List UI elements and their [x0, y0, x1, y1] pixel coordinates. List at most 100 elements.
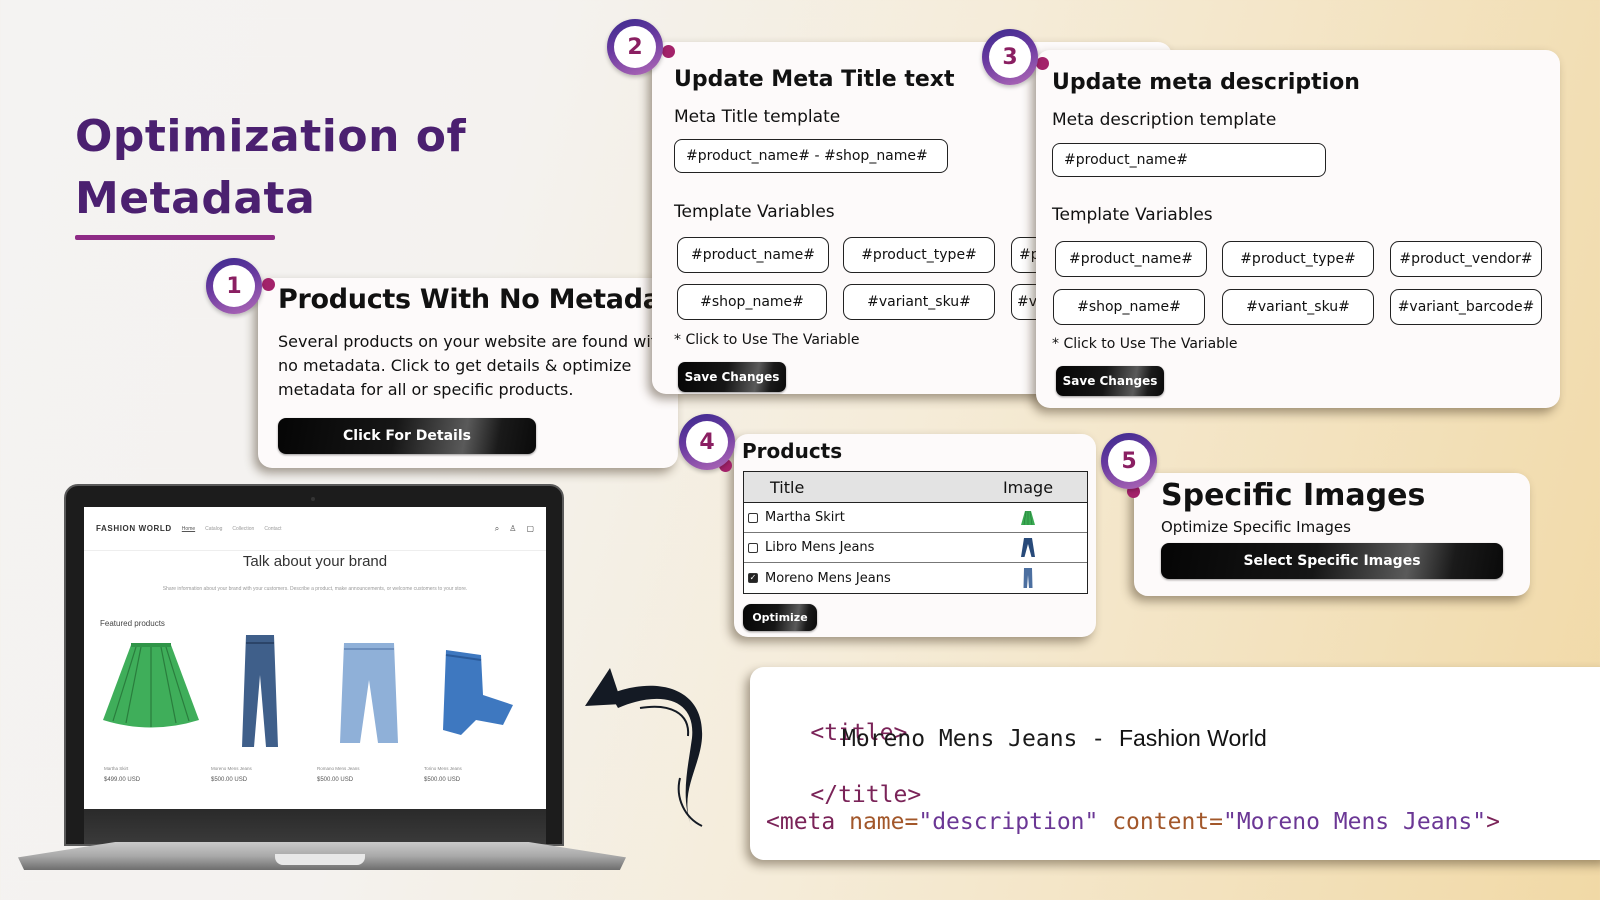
row-checkbox-checked[interactable]: ✓	[748, 573, 758, 583]
code-meta-description: <meta name="description" content="Moreno…	[766, 809, 1500, 835]
store-product-name: Romano Mens Jeans	[317, 766, 360, 771]
dark-jeans-image	[242, 635, 278, 747]
step-badge-4: 4	[679, 414, 735, 470]
variable-chip-product-type[interactable]: #product_type#	[843, 237, 995, 273]
store-product-card[interactable]: Torino Mens Jeans $500.00 USD	[416, 635, 526, 805]
meta-title-save-button[interactable]: Save Changes	[678, 362, 786, 392]
meta-description-variables-label: Template Variables	[1052, 205, 1213, 225]
table-row[interactable]: Martha Skirt	[744, 503, 1087, 533]
code-title-shop: Fashion World	[1118, 725, 1267, 751]
meta-description-save-button[interactable]: Save Changes	[1056, 366, 1164, 396]
store-product-price: $499.00 USD	[104, 777, 141, 783]
store-product-price: $500.00 USD	[317, 777, 354, 783]
table-row[interactable]: ✓ Moreno Mens Jeans	[744, 563, 1087, 593]
step-badge-1: 1	[206, 258, 262, 314]
step-badge-3: 3	[982, 29, 1038, 85]
meta-description-template-label: Meta description template	[1052, 110, 1277, 130]
green-skirt-image	[103, 643, 199, 728]
account-icon[interactable]: ♙	[509, 524, 516, 534]
store-nav-catalog[interactable]: Catalog	[205, 526, 222, 532]
store-navbar: FASHION WORLD Home Catalog Collection Co…	[84, 507, 546, 551]
variable-chip-product-name[interactable]: #product_name#	[1055, 241, 1207, 277]
column-header-title[interactable]: Title	[744, 478, 969, 497]
variable-chip-product-vendor[interactable]: #product_vendor#	[1390, 241, 1542, 277]
meta-description-hint: * Click to Use The Variable	[1052, 336, 1238, 352]
step-badge-2: 2	[607, 19, 663, 75]
green-skirt-thumbnail-icon	[1021, 510, 1035, 525]
curved-arrow-icon	[585, 668, 703, 828]
table-row[interactable]: Libro Mens Jeans	[744, 533, 1087, 563]
meta-description-card: Update meta description Meta description…	[1036, 50, 1560, 408]
store-product-price: $500.00 USD	[211, 777, 248, 783]
meta-title-hint: * Click to Use The Variable	[674, 332, 860, 348]
specific-images-subtitle: Optimize Specific Images	[1161, 518, 1351, 536]
row-checkbox[interactable]	[748, 542, 758, 553]
store-product-name: Torino Mens Jeans	[424, 766, 462, 771]
page-title-line-2: Metadata	[75, 173, 316, 224]
no-metadata-description: Several products on your website are fou…	[278, 332, 668, 399]
page-title: Optimization of Metadata	[75, 106, 466, 230]
click-for-details-button[interactable]: Click For Details	[278, 418, 536, 454]
store-product-card[interactable]: Moreno Mens Jeans $500.00 USD	[203, 635, 313, 805]
laptop-keyboard-area	[84, 809, 546, 844]
no-metadata-title: Products With No Metadata	[278, 284, 692, 315]
laptop-notch	[275, 854, 365, 865]
store-product-card[interactable]: Romano Mens Jeans $500.00 USD	[309, 635, 419, 805]
row-title: Martha Skirt	[765, 510, 845, 525]
store-nav-collection[interactable]: Collection	[232, 526, 254, 532]
store-hero-title: Talk about your brand	[242, 553, 388, 570]
variable-chip-variant-barcode[interactable]: #variant_barcode#	[1390, 289, 1542, 325]
products-table: Title Image Martha Skirt Libro Mens Jean…	[743, 471, 1088, 594]
row-checkbox[interactable]	[748, 512, 758, 523]
step-dot-2	[662, 45, 675, 58]
html-code-preview: <title> Moreno Mens Jeans - Fashion Worl…	[750, 667, 1600, 860]
meta-title-heading: Update Meta Title text	[674, 67, 955, 92]
laptop-camera	[311, 497, 315, 501]
store-product-card[interactable]: Martha Skirt $499.00 USD	[96, 635, 206, 805]
store-product-name: Moreno Mens Jeans	[211, 766, 252, 771]
optimize-button[interactable]: Optimize	[743, 604, 817, 631]
step-dot-1	[262, 278, 275, 291]
row-image-skirt	[969, 510, 1087, 526]
cart-icon[interactable]: ▢	[526, 524, 534, 534]
variable-chip-shop-name[interactable]: #shop_name#	[1053, 289, 1205, 325]
row-title: Moreno Mens Jeans	[765, 570, 891, 586]
variable-chip-variant-sku[interactable]: #variant_sku#	[1222, 289, 1374, 325]
store-nav-contact[interactable]: Contact	[264, 526, 281, 532]
row-image-libro	[969, 537, 1087, 558]
blue-jeans-thumbnail-icon	[1023, 568, 1033, 588]
code-title-separator: -	[1077, 726, 1119, 752]
code-title-product: Moreno Mens Jeans	[842, 726, 1078, 752]
store-brand[interactable]: FASHION WORLD	[96, 524, 172, 533]
variable-chip-variant-sku[interactable]: #variant_sku#	[843, 284, 995, 320]
products-card: Products Title Image Martha Skirt Libro …	[734, 434, 1096, 637]
column-header-image[interactable]: Image	[969, 478, 1087, 497]
step-badge-5: 5	[1101, 433, 1157, 489]
store-nav-home[interactable]: Home	[182, 526, 195, 532]
page-title-line-1: Optimization of	[75, 111, 467, 162]
variable-chip-shop-name[interactable]: #shop_name#	[677, 284, 827, 320]
store-hero-text: Share information about your brand with …	[162, 586, 468, 592]
variable-chip-product-type[interactable]: #product_type#	[1222, 241, 1374, 277]
folded-jeans-image	[443, 650, 513, 735]
step-dot-3	[1036, 57, 1049, 70]
store-product-price: $500.00 USD	[424, 777, 461, 783]
search-icon[interactable]: ⌕	[495, 524, 499, 534]
select-specific-images-button[interactable]: Select Specific Images	[1161, 543, 1503, 579]
variable-chip-product-name[interactable]: #product_name#	[677, 237, 829, 273]
meta-description-template-input[interactable]: #product_name#	[1052, 143, 1326, 177]
meta-title-variables-label: Template Variables	[674, 202, 835, 222]
dark-jeans-thumbnail-icon	[1021, 537, 1035, 557]
products-table-header: Title Image	[744, 472, 1087, 503]
meta-title-template-label: Meta Title template	[674, 107, 841, 127]
store-product-name: Martha Skirt	[104, 766, 129, 771]
no-metadata-card: Products With No Metadata Several produc…	[258, 278, 691, 468]
row-image-moreno	[969, 568, 1087, 588]
specific-images-card: Specific Images Optimize Specific Images…	[1134, 473, 1530, 596]
store-preview-screen: FASHION WORLD Home Catalog Collection Co…	[84, 507, 546, 809]
meta-description-heading: Update meta description	[1052, 70, 1360, 95]
specific-images-heading: Specific Images	[1161, 478, 1426, 513]
meta-title-template-input[interactable]: #product_name# - #shop_name#	[674, 139, 948, 173]
light-jeans-image	[340, 643, 398, 743]
row-title: Libro Mens Jeans	[765, 540, 875, 555]
